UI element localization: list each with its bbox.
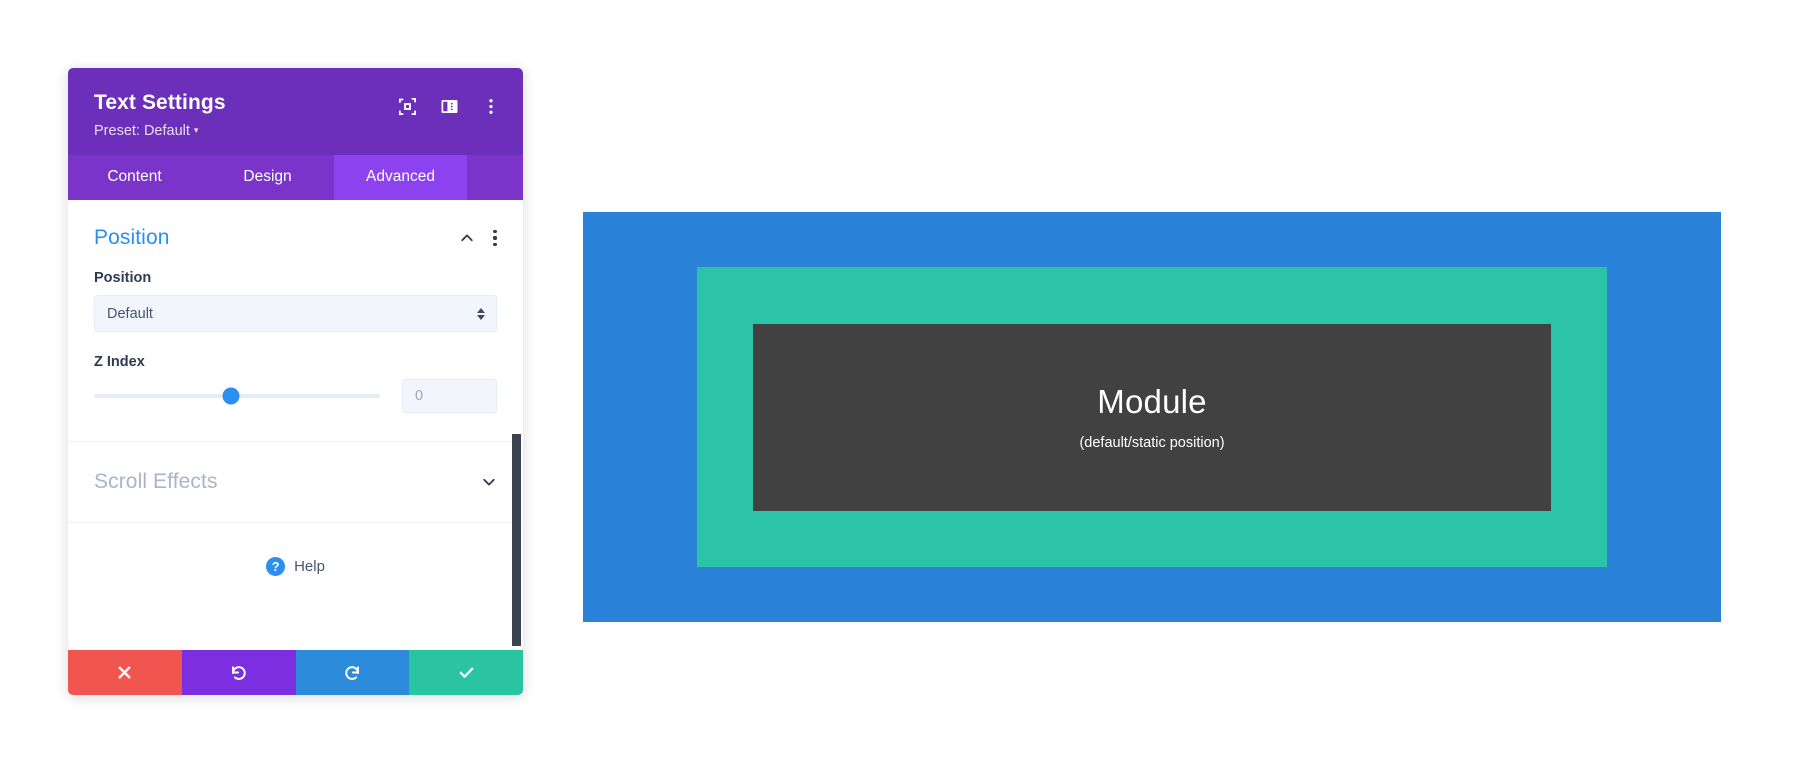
section-position: Position Position Default Z Index 0	[68, 200, 523, 442]
tab-advanced[interactable]: Advanced	[334, 155, 467, 200]
redo-button[interactable]	[295, 650, 410, 695]
tab-design[interactable]: Design	[201, 155, 334, 200]
cancel-button[interactable]	[68, 650, 182, 695]
z-index-input[interactable]: 0	[402, 379, 497, 413]
panel-header-actions	[397, 96, 501, 116]
preview-section-outer: Module (default/static position)	[583, 212, 1721, 622]
z-index-slider-track	[94, 387, 380, 405]
panel-header: Text Settings Preset: Default ▾	[68, 68, 523, 155]
z-index-slider[interactable]	[94, 384, 402, 408]
preset-selector[interactable]: Preset: Default ▾	[94, 120, 198, 141]
field-position-label: Position	[94, 270, 152, 286]
panel-scrollbar[interactable]	[512, 200, 521, 650]
panel-footer	[68, 650, 523, 695]
section-position-title: Position	[94, 226, 170, 249]
section-position-menu-icon[interactable]	[493, 229, 497, 247]
help-icon: ?	[266, 557, 286, 576]
chevron-up-icon[interactable]	[459, 230, 475, 246]
preview-row-middle: Module (default/static position)	[697, 267, 1607, 567]
select-updown-icon	[477, 307, 485, 320]
text-settings-panel: Text Settings Preset: Default ▾ Content …	[68, 68, 523, 695]
section-scroll-effects-header[interactable]: Scroll Effects	[94, 442, 497, 522]
section-position-header[interactable]: Position	[94, 200, 497, 270]
chevron-down-icon: ▾	[193, 125, 199, 135]
section-scroll-effects: Scroll Effects	[68, 442, 523, 523]
section-position-controls	[459, 229, 497, 247]
panel-scrollbar-thumb[interactable]	[512, 434, 521, 646]
undo-button[interactable]	[181, 650, 296, 695]
section-scroll-effects-title: Scroll Effects	[94, 470, 218, 493]
position-select[interactable]: Default	[94, 295, 497, 332]
focus-target-icon[interactable]	[397, 96, 417, 116]
help-button[interactable]: ? Help	[68, 523, 523, 576]
field-position: Position Default	[94, 270, 497, 332]
field-z-index: Z Index 0	[94, 354, 497, 413]
module-title: Module	[1097, 382, 1207, 420]
panel-tabs: Content Design Advanced	[68, 155, 523, 200]
preset-label: Preset: Default	[94, 123, 190, 139]
z-index-input-value: 0	[415, 388, 424, 404]
panel-body: Position Position Default Z Index 0 Scro…	[68, 200, 523, 650]
module-subtitle: (default/static position)	[1079, 434, 1225, 451]
field-z-index-label: Z Index	[94, 354, 145, 370]
z-index-slider-thumb[interactable]	[222, 387, 240, 405]
screen-root: Text Settings Preset: Default ▾ Content …	[0, 0, 1800, 779]
position-select-value: Default	[107, 305, 153, 322]
chevron-down-icon[interactable]	[481, 474, 497, 490]
preview-module[interactable]: Module (default/static position)	[753, 323, 1551, 511]
layout-panel-icon[interactable]	[439, 96, 459, 116]
section-scroll-effects-controls	[481, 474, 497, 490]
help-label: Help	[294, 558, 325, 575]
tab-content[interactable]: Content	[68, 155, 201, 200]
save-button[interactable]	[409, 650, 523, 695]
z-index-row: 0	[94, 379, 497, 413]
more-options-icon[interactable]	[481, 96, 501, 116]
section-position-content: Position Default Z Index 0	[94, 270, 497, 441]
panel-scroll-area: Position Position Default Z Index 0 Scro…	[68, 200, 523, 650]
